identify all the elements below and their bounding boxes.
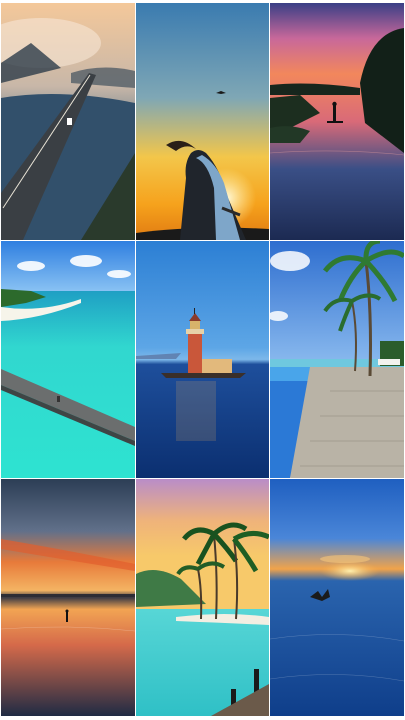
paddleboarder-scene	[270, 3, 404, 240]
lighthouse-scene	[136, 241, 269, 478]
beach-walker-scene	[1, 479, 135, 716]
palm-lagoon-scene	[136, 479, 269, 716]
photo-bridge[interactable]	[1, 3, 135, 240]
infinity-pool-scene	[270, 241, 404, 478]
photo-lighthouse[interactable]	[136, 241, 269, 478]
photo-bird-sunrise[interactable]	[270, 479, 404, 716]
woman-sunset-scene	[136, 3, 269, 240]
bridge-scene	[1, 3, 135, 240]
photo-tropical-pier[interactable]	[1, 241, 135, 478]
photo-grid	[0, 0, 405, 720]
photo-woman-sunset[interactable]	[136, 3, 269, 240]
photo-beach-walker[interactable]	[1, 479, 135, 716]
bird-sunrise-scene	[270, 479, 404, 716]
photo-infinity-pool[interactable]	[270, 241, 404, 478]
photo-palm-lagoon[interactable]	[136, 479, 269, 716]
tropical-pier-scene	[1, 241, 135, 478]
photo-paddleboarder[interactable]	[270, 3, 404, 240]
